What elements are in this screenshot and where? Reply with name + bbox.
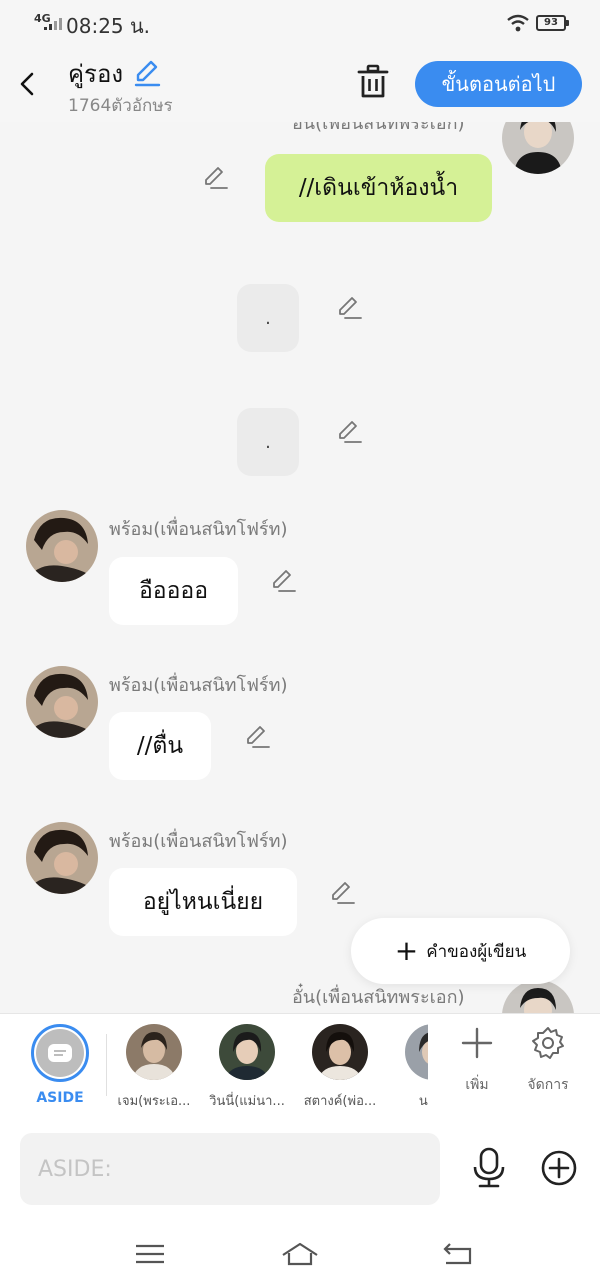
avatar[interactable] (26, 822, 98, 894)
aside-label: ASIDE (36, 1090, 84, 1106)
character-item-clip: นายเ (388, 1014, 428, 1122)
character-item[interactable]: เจม(พระเอ... (109, 1024, 199, 1111)
pencil-icon[interactable] (328, 879, 356, 907)
system-nav-bar (0, 1221, 600, 1287)
top-bar: คู่รอง 1764ตัวอักษร ขั้นตอนต่อไป (0, 46, 600, 122)
pencil-icon[interactable] (243, 723, 271, 751)
manage-label: จัดการ (527, 1077, 569, 1093)
character-name: นายเ (418, 1094, 428, 1109)
manage-button[interactable]: จัดการ (518, 1026, 578, 1096)
pencil-icon[interactable] (335, 294, 363, 322)
plus-icon: + (394, 934, 419, 967)
menu-icon[interactable] (132, 1239, 168, 1269)
next-step-button[interactable]: ขั้นตอนต่อไป (415, 61, 582, 107)
sender-name: พร้อม(เพื่อนสนิทโฟร์ท) (109, 519, 288, 540)
character-name: สตางค์(พ่อ... (303, 1094, 377, 1109)
character-item[interactable]: นายเ (388, 1024, 428, 1111)
author-note-button[interactable]: + คำของผู้เขียน (351, 918, 570, 984)
chat-bubble-icon (48, 1044, 72, 1062)
battery-indicator: 93 (536, 15, 569, 31)
avatar[interactable] (26, 666, 98, 738)
add-label: เพิ่ม (465, 1077, 489, 1093)
author-note-label: คำของผู้เขียน (426, 941, 527, 962)
pencil-icon[interactable] (269, 567, 297, 595)
status-bar: 4G 08:25 น. 93 (0, 0, 600, 46)
avatar[interactable] (26, 510, 98, 582)
sender-name: อั๋น(เพื่อนสนิทพระเอก) (292, 122, 465, 134)
character-item[interactable]: สตางค์(พ่อ... (295, 1024, 385, 1111)
message-input[interactable] (20, 1133, 440, 1205)
add-circle-icon[interactable] (540, 1149, 578, 1187)
sender-name: พร้อม(เพื่อนสนิทโฟร์ท) (109, 831, 288, 852)
plus-icon (461, 1027, 493, 1059)
sender-name: พร้อม(เพื่อนสนิทโฟร์ท) (109, 675, 288, 696)
sender-name: อั๋น(เพื่อนสนิทพระเอก) (292, 987, 465, 1008)
composer (0, 1121, 600, 1221)
message-bubble[interactable]: . (237, 408, 299, 476)
pencil-icon[interactable] (201, 164, 229, 192)
character-selector: ASIDE เจม(พระเอ... วินนี่(แม่นา... สตางค… (0, 1013, 600, 1121)
character-count: 1764ตัวอักษร (68, 96, 173, 116)
gear-icon (532, 1027, 564, 1059)
page-title: คู่รอง (68, 60, 124, 88)
message-bubble[interactable]: อยู่ไหนเนี่ยย (109, 868, 297, 936)
microphone-icon[interactable] (470, 1147, 508, 1189)
avatar[interactable] (502, 980, 574, 1013)
divider (106, 1034, 107, 1096)
wifi-icon (507, 14, 529, 32)
character-name: เจม(พระเอ... (117, 1094, 191, 1109)
character-name: วินนี่(แม่นา... (209, 1094, 285, 1109)
signal-icon (44, 18, 62, 30)
trash-icon[interactable] (356, 64, 390, 100)
message-bubble[interactable]: อืออออ (109, 557, 238, 625)
return-icon[interactable] (440, 1239, 476, 1269)
avatar[interactable] (502, 122, 574, 174)
pencil-icon[interactable] (335, 418, 363, 446)
back-icon[interactable] (16, 66, 40, 102)
message-bubble[interactable]: //เดินเข้าห้องน้ำ (265, 154, 492, 222)
home-icon[interactable] (280, 1239, 320, 1269)
chat-area[interactable]: อั๋น(เพื่อนสนิทพระเอก) //เดินเข้าห้องน้ำ… (0, 122, 600, 1013)
message-bubble[interactable]: //ตื่น (109, 712, 211, 780)
clock: 08:25 น. (66, 14, 151, 38)
message-bubble[interactable]: . (237, 284, 299, 352)
aside-selector[interactable]: ASIDE (30, 1024, 90, 1106)
character-item[interactable]: วินนี่(แม่นา... (202, 1024, 292, 1111)
pencil-icon[interactable] (132, 58, 162, 88)
add-character-button[interactable]: เพิ่ม (447, 1026, 507, 1096)
